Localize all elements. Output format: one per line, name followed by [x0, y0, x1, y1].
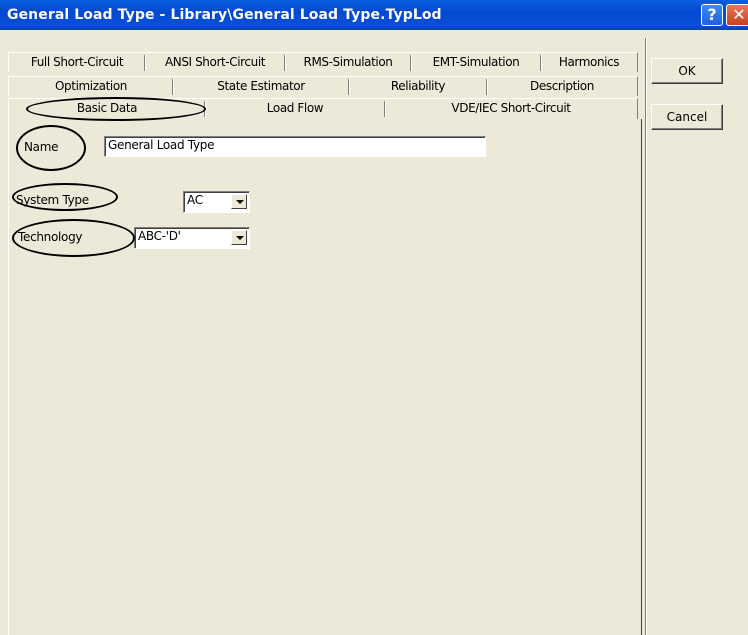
- close-button[interactable]: ✕: [726, 4, 748, 26]
- sidebar-divider: [645, 38, 647, 635]
- tab-row-2: Optimization State Estimator Reliability…: [8, 76, 638, 96]
- ok-button[interactable]: OK: [651, 58, 723, 84]
- tab-reliability[interactable]: Reliability: [349, 77, 487, 96]
- tab-state-estimator[interactable]: State Estimator: [173, 77, 349, 96]
- technology-value: ABC-'D': [138, 229, 181, 243]
- name-input[interactable]: General Load Type: [104, 136, 486, 157]
- tab-full-short-circuit[interactable]: Full Short-Circuit: [9, 53, 145, 72]
- annotation-ellipse-name: [16, 125, 86, 171]
- system-type-select[interactable]: AC: [183, 191, 250, 213]
- window-title: General Load Type - Library\General Load…: [7, 7, 442, 23]
- tab-load-flow[interactable]: Load Flow: [205, 99, 385, 118]
- cancel-button[interactable]: Cancel: [651, 104, 723, 130]
- tab-vde-iec-short-circuit[interactable]: VDE/IEC Short-Circuit: [385, 99, 637, 118]
- chevron-down-icon[interactable]: [231, 194, 247, 209]
- annotation-ellipse-basic-data: [26, 97, 206, 121]
- tab-emt-simulation[interactable]: EMT-Simulation: [411, 53, 541, 72]
- tab-harmonics[interactable]: Harmonics: [541, 53, 637, 72]
- help-icon: ?: [707, 5, 717, 24]
- annotation-ellipse-system-type: [12, 183, 118, 211]
- tab-rms-simulation[interactable]: RMS-Simulation: [285, 53, 411, 72]
- chevron-down-icon[interactable]: [231, 230, 247, 245]
- system-type-value: AC: [187, 193, 203, 207]
- tab-row-1: Full Short-Circuit ANSI Short-Circuit RM…: [8, 52, 638, 72]
- title-bar[interactable]: General Load Type - Library\General Load…: [0, 0, 748, 30]
- tab-optimization[interactable]: Optimization: [9, 77, 173, 96]
- tab-ansi-short-circuit[interactable]: ANSI Short-Circuit: [145, 53, 285, 72]
- annotation-ellipse-technology: [12, 219, 135, 257]
- technology-select[interactable]: ABC-'D': [134, 227, 250, 249]
- help-button[interactable]: ?: [701, 4, 723, 26]
- close-icon: ✕: [732, 5, 746, 24]
- tab-description[interactable]: Description: [487, 77, 637, 96]
